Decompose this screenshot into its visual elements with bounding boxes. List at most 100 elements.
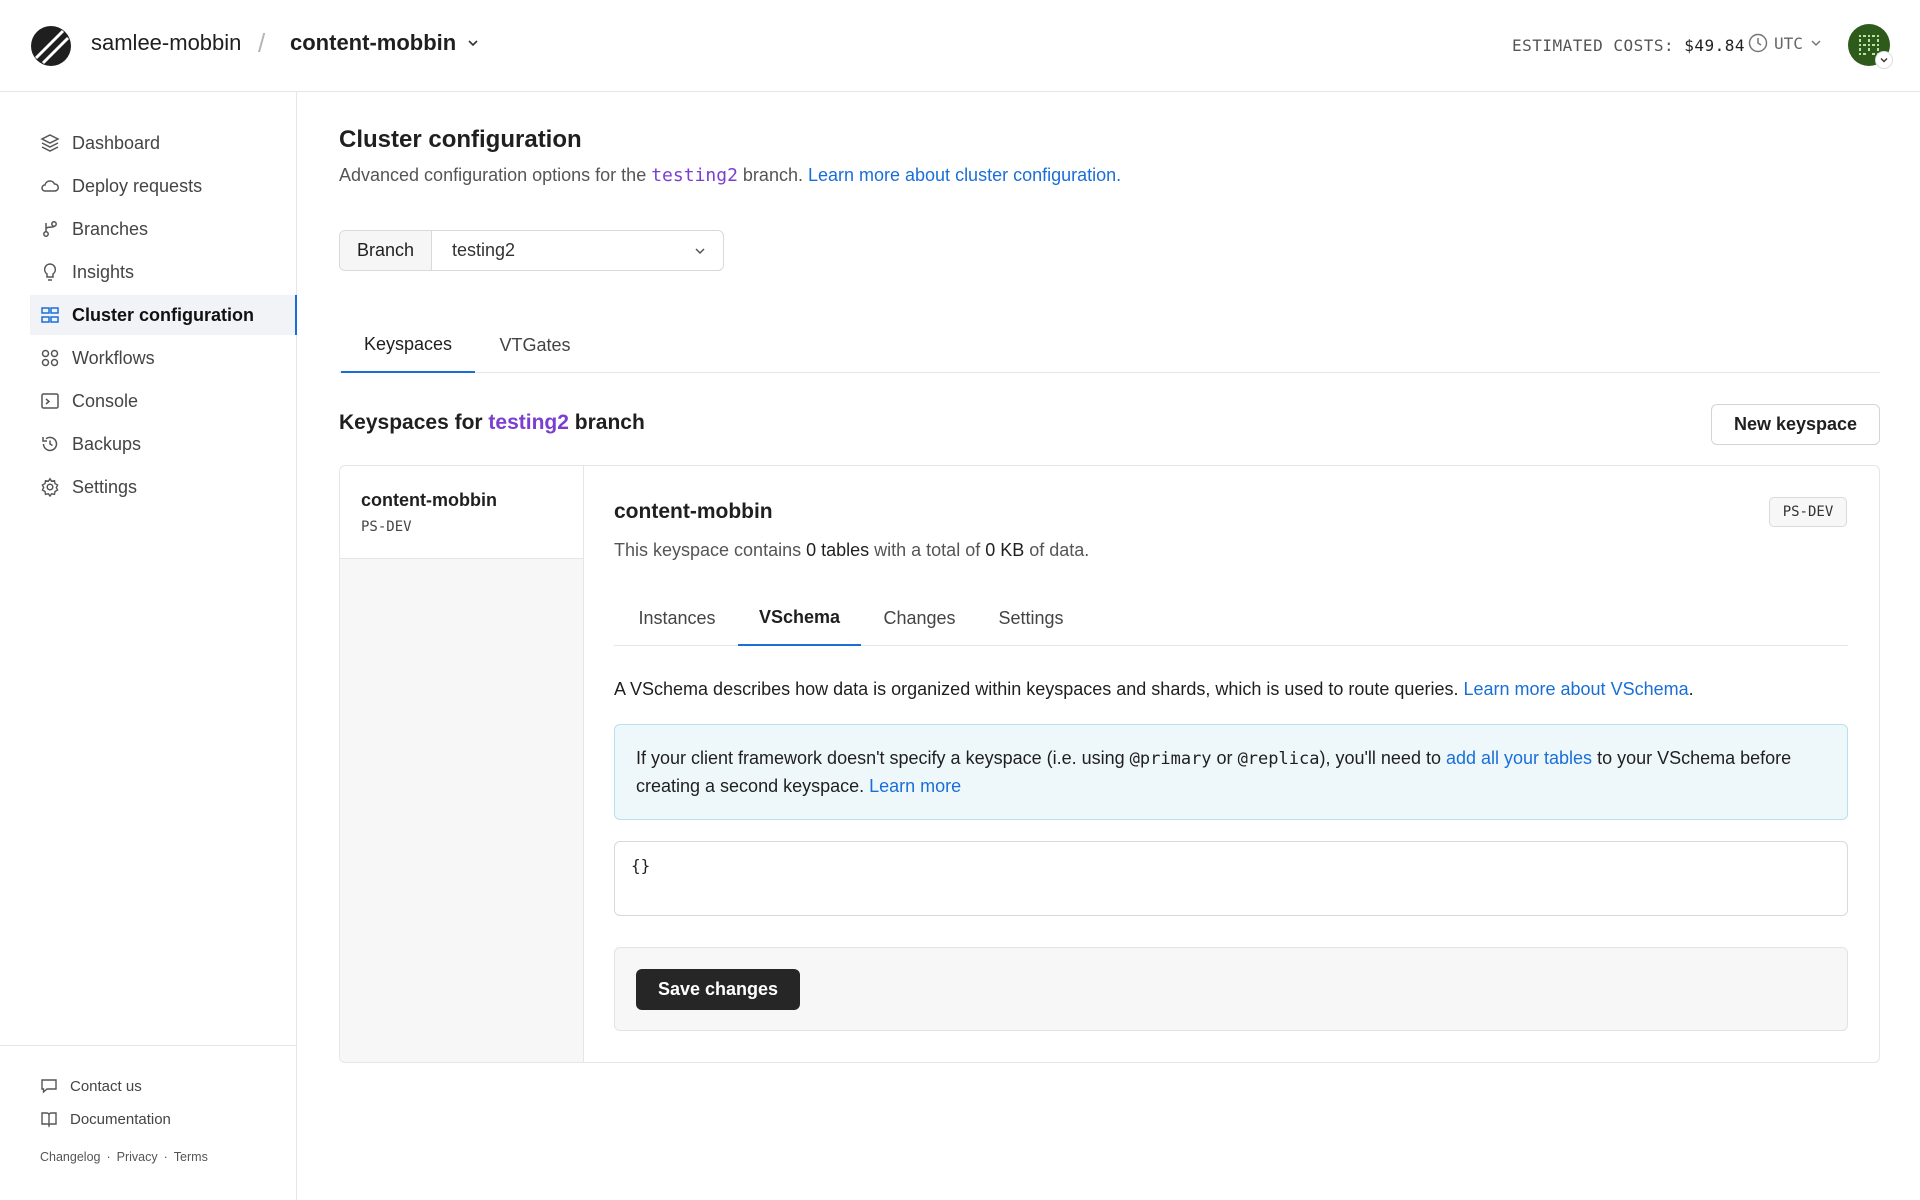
sidebar-item-backups[interactable]: Backups (30, 424, 297, 464)
estimated-costs: ESTIMATED COSTS: $49.84 (1512, 36, 1745, 55)
vschema-editor[interactable]: {} (614, 841, 1848, 916)
sidebar-item-label: Workflows (72, 347, 155, 368)
cluster-config-docs-link[interactable]: Learn more about cluster configuration. (808, 165, 1121, 185)
chat-icon (41, 1079, 57, 1094)
sidebar-item-workflows[interactable]: Workflows (30, 338, 297, 378)
changelog-link[interactable]: Changelog (40, 1150, 100, 1164)
sidebar-footer-divider (0, 1045, 297, 1046)
callout-text: ), you'll need to (1319, 748, 1446, 768)
chevron-down-icon (468, 40, 478, 47)
keyspace-list-name: content-mobbin (361, 490, 497, 510)
keyspaces-heading-text: branch (568, 411, 645, 434)
branch-select-value[interactable]: testing2 (432, 231, 723, 270)
sidebar-item-cluster-configuration[interactable]: Cluster configuration (30, 295, 297, 335)
branch-select[interactable]: Branch testing2 (339, 230, 724, 271)
planetscale-logo-icon[interactable] (30, 25, 72, 67)
footer-dot: · (106, 1150, 111, 1164)
sidebar-item-dashboard[interactable]: Dashboard (30, 123, 297, 163)
keyspace-description: This keyspace contains 0 tables with a t… (614, 540, 1089, 561)
learn-more-link[interactable]: Learn more (869, 776, 961, 796)
keyspace-title: content-mobbin (614, 500, 773, 523)
vschema-docs-link[interactable]: Learn more about VSchema (1463, 679, 1688, 699)
save-changes-button[interactable]: Save changes (636, 969, 800, 1010)
layers-icon (40, 134, 60, 152)
page-title: Cluster configuration (339, 126, 582, 153)
branch-icon (43, 221, 57, 237)
callout-code: @primary (1129, 749, 1212, 769)
org-name[interactable]: samlee-mobbin (91, 30, 241, 56)
keyspaces-heading-text: Keyspaces for (339, 411, 489, 434)
branch-select-label: Branch (340, 231, 432, 270)
chevron-down-icon (695, 247, 705, 254)
table-count: 0 tables (806, 540, 870, 560)
sidebar-item-branches[interactable]: Branches (30, 209, 297, 249)
sidebar-item-console[interactable]: Console (30, 381, 297, 421)
footer-links: Changelog · Privacy · Terms (40, 1150, 208, 1164)
branch-select-text: testing2 (452, 240, 516, 260)
vschema-desc-end: . (1688, 679, 1694, 699)
sidebar-item-label: Deploy requests (72, 175, 203, 196)
gear-icon (41, 477, 59, 497)
timezone-selector[interactable]: UTC (1748, 33, 1823, 53)
lightbulb-icon (43, 263, 57, 281)
tab-vtgates[interactable]: VTGates (487, 318, 583, 373)
contact-us-link[interactable]: Contact us (40, 1077, 142, 1095)
documentation-link[interactable]: Documentation (40, 1110, 171, 1128)
tab-keyspaces[interactable]: Keyspaces (341, 318, 475, 373)
callout-text: or (1211, 748, 1238, 768)
sidebar-item-label: Backups (72, 433, 142, 454)
tab-instances[interactable]: Instances (614, 590, 740, 646)
vschema-desc-text: A VSchema describes how data is organize… (614, 679, 1464, 699)
user-avatar[interactable] (1848, 24, 1893, 69)
sidebar: Dashboard Deploy requests Branches Insig… (0, 92, 297, 1200)
book-icon (41, 1112, 57, 1128)
database-switcher[interactable]: content-mobbin (290, 30, 480, 56)
keyspaces-heading: Keyspaces for testing2 branch (339, 411, 645, 435)
cluster-icon (41, 307, 59, 323)
terminal-icon (41, 393, 59, 409)
keyspace-list-item[interactable]: content-mobbin PS-DEV (340, 466, 583, 559)
terms-link[interactable]: Terms (174, 1150, 208, 1164)
sidebar-item-settings[interactable]: Settings (30, 467, 297, 507)
sidebar-item-label: Settings (72, 476, 138, 497)
footer-dot: · (163, 1150, 168, 1164)
costs-value: $49.84 (1684, 36, 1746, 55)
cloud-icon (41, 180, 59, 192)
backup-icon (42, 436, 58, 452)
top-header: samlee-mobbin / content-mobbin ESTIMATED… (0, 0, 1920, 92)
keyspace-list: content-mobbin PS-DEV (340, 466, 584, 1062)
subtitle-text: Advanced configuration options for the (339, 165, 652, 185)
page-subtitle: Advanced configuration options for the t… (339, 165, 1121, 186)
keyspace-tabs: Instances VSchema Changes Settings (614, 590, 1848, 646)
subtitle-branch: testing2 (651, 165, 738, 186)
workflows-icon (41, 349, 59, 367)
desc-text: of data. (1024, 540, 1090, 560)
clock-icon (1748, 33, 1768, 53)
sidebar-item-label: Insights (72, 261, 135, 282)
info-callout: If your client framework doesn't specify… (614, 724, 1848, 820)
sidebar-item-label: Console (72, 390, 139, 411)
add-tables-link[interactable]: add all your tables (1446, 748, 1592, 768)
sidebar-item-label: Branches (72, 218, 149, 239)
callout-text: If your client framework doesn't specify… (636, 748, 1130, 768)
tier-badge: PS-DEV (1769, 497, 1847, 527)
sidebar-item-label: Dashboard (72, 132, 161, 153)
new-keyspace-button[interactable]: New keyspace (1711, 404, 1880, 445)
chevron-down-icon (1811, 40, 1821, 47)
data-size: 0 KB (985, 540, 1025, 560)
tab-settings[interactable]: Settings (978, 590, 1084, 646)
timezone-label: UTC (1774, 33, 1803, 53)
chevron-down-icon (1875, 51, 1893, 69)
sidebar-item-deploy-requests[interactable]: Deploy requests (30, 166, 297, 206)
contact-us-label: Contact us (70, 1077, 142, 1095)
breadcrumb-separator: / (258, 28, 266, 58)
privacy-link[interactable]: Privacy (117, 1150, 158, 1164)
vschema-description: A VSchema describes how data is organize… (614, 679, 1694, 700)
tab-vschema[interactable]: VSchema (738, 590, 861, 646)
save-footer: Save changes (614, 947, 1848, 1031)
tab-changes[interactable]: Changes (861, 590, 978, 646)
callout-code: @replica (1237, 749, 1320, 769)
cluster-tabs: Keyspaces VTGates (339, 318, 1880, 373)
subtitle-text: branch. (737, 165, 808, 185)
sidebar-item-insights[interactable]: Insights (30, 252, 297, 292)
